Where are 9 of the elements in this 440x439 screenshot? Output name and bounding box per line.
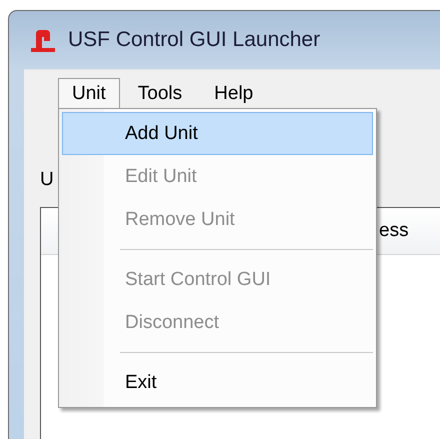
- menu-item[interactable]: Add Unit: [62, 112, 373, 155]
- window-title: USF Control GUI Launcher: [68, 28, 320, 52]
- menu-bar-item[interactable]: Help: [200, 78, 268, 109]
- list-label: U: [40, 169, 54, 192]
- menu-bar-item[interactable]: Tools: [124, 78, 196, 109]
- app-icon: [28, 28, 58, 52]
- menu-item[interactable]: Exit: [62, 361, 373, 404]
- column-header[interactable]: ess: [379, 220, 440, 242]
- menu-bar-item[interactable]: Unit: [58, 78, 120, 109]
